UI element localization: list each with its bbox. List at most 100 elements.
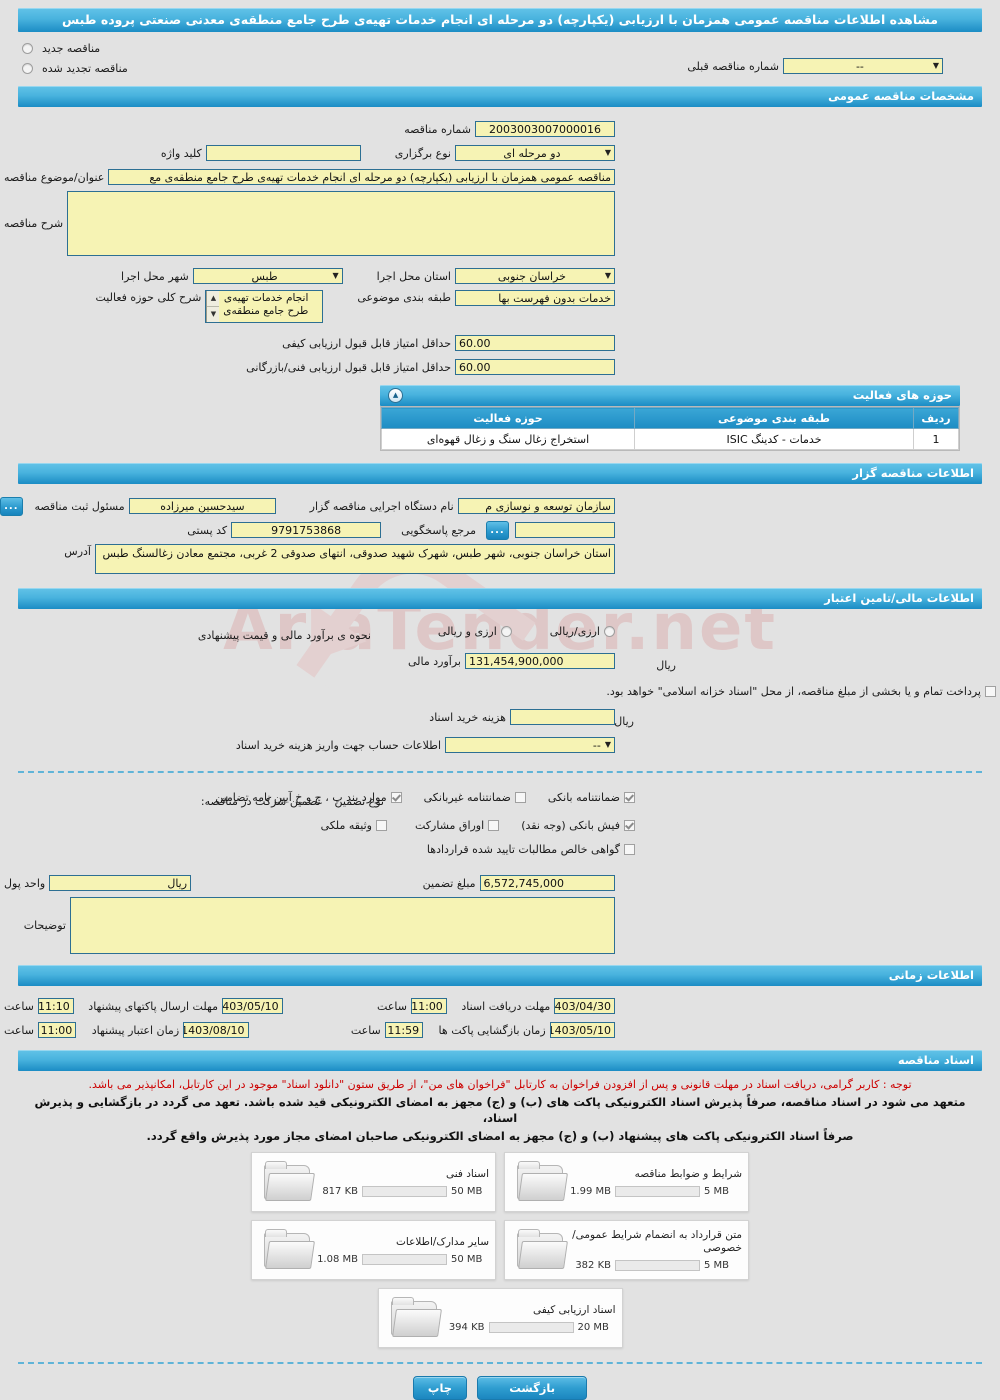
- document-used-size: 382 KB: [575, 1260, 611, 1271]
- guarantee-currency-field[interactable]: ریال: [49, 875, 192, 891]
- document-size-track: [615, 1185, 700, 1197]
- subject-field[interactable]: مناقصه عمومی همزمان با ارزیابی (یکپارچه)…: [108, 169, 615, 185]
- contact-label: مرجع پاسخگویی: [401, 523, 476, 537]
- time-label-4: ساعت: [4, 1023, 34, 1037]
- guarantee-amount-field[interactable]: 6,572,745,000: [479, 875, 615, 891]
- folder-icon: [515, 1229, 568, 1271]
- holding-type-value: دو مرحله ای: [503, 146, 561, 160]
- agency-field[interactable]: سازمان توسعه و نوسازی م: [457, 498, 615, 514]
- section-general-header: مشخصات مناقصه عمومی: [18, 86, 982, 107]
- checkbox-participation-bonds[interactable]: [488, 819, 500, 831]
- document-size-track: [615, 1260, 700, 1271]
- back-button[interactable]: بازگشت: [477, 1376, 588, 1400]
- spinner-arrows-icon[interactable]: ▲ ▼: [206, 291, 220, 322]
- receipt-deadline-time[interactable]: 11:00: [410, 998, 447, 1014]
- treasury-note-label: پرداخت تمام و یا بخشی از مبلغ مناقصه، از…: [606, 684, 981, 698]
- receipt-deadline-date[interactable]: 1403/04/30: [554, 998, 615, 1014]
- province-select[interactable]: ▼ خراسان جنوبی: [455, 268, 615, 284]
- cell-classification: خدمات - کدینگ ISIC: [634, 428, 914, 450]
- option-new-tender[interactable]: مناقصه جدید: [22, 38, 982, 58]
- row-province: ▼ خراسان جنوبی استان محل اجرا ▼ طبس شهر …: [0, 266, 1000, 286]
- checkbox-net-claims-certificate[interactable]: [624, 843, 635, 855]
- chevron-down-icon: ▼: [932, 61, 939, 70]
- registrar-field[interactable]: سیدحسین میرزاده: [128, 498, 277, 514]
- row-timing-2: 1403/05/10 زمان بازگشایی پاکت ها 11:59 س…: [0, 1020, 1000, 1040]
- table-header-row: ردیف طبقه بندی موضوعی حوزه فعالیت: [381, 407, 959, 429]
- previous-tender-number-select[interactable]: ▼ --: [783, 58, 943, 74]
- time-label: ساعت: [377, 999, 407, 1013]
- registrar-label: مسئول ثبت مناقصه: [34, 499, 125, 513]
- activity-description-field[interactable]: ▲ ▼ انجام خدمات تهیه‌ی طرح جامع منطقه‌ی …: [205, 290, 324, 323]
- opening-date[interactable]: 1403/05/10: [549, 1022, 615, 1038]
- document-used-size: 1.99 MB: [570, 1185, 611, 1197]
- contact-field[interactable]: [515, 522, 615, 538]
- document-card[interactable]: اسناد فنی 817 KB 50 MB: [251, 1152, 496, 1212]
- checkbox-bank-guarantee[interactable]: [624, 791, 635, 803]
- document-used-size: 817 KB: [322, 1185, 358, 1197]
- col-row-number: ردیف: [913, 407, 959, 429]
- label-participation-bonds: اوراق مشارکت: [415, 818, 485, 832]
- arrow-up-icon[interactable]: ▲: [207, 291, 220, 307]
- radio-renewed-tender-icon[interactable]: [22, 62, 33, 74]
- min-technical-score-field[interactable]: 60.00: [455, 359, 615, 375]
- registrar-picker-button[interactable]: ...: [0, 496, 23, 516]
- document-card[interactable]: سایر مدارک/اطلاعات 1.08 MB 50 MB: [251, 1220, 496, 1280]
- document-card[interactable]: شرایط و ضوابط مناقصه 1.99 MB 5 MB: [504, 1152, 749, 1212]
- row-description: شرح مناقصه: [0, 191, 1000, 256]
- document-max-size: 50 MB: [451, 1185, 483, 1197]
- print-button[interactable]: چاپ: [412, 1376, 468, 1400]
- table-row[interactable]: 1 خدمات - کدینگ ISIC استخراج زغال سنگ و …: [381, 428, 959, 450]
- checkbox-bank-receipt[interactable]: [624, 819, 635, 831]
- city-label: شهر محل اجرا: [121, 269, 189, 283]
- document-max-size: 5 MB: [704, 1185, 730, 1197]
- classification-field[interactable]: خدمات بدون فهرست بها: [455, 290, 615, 306]
- document-size-meter: 394 KB 20 MB: [439, 1321, 616, 1333]
- financial-estimate-currency: ریال: [656, 658, 676, 672]
- financial-estimate-field[interactable]: 131,454,900,000: [465, 653, 615, 669]
- row-subject: مناقصه عمومی همزمان با ارزیابی (یکپارچه)…: [0, 167, 1000, 187]
- row-treasury-note: پرداخت تمام و یا بخشی از مبلغ مناقصه، از…: [0, 681, 1000, 701]
- doc-cost-field[interactable]: [510, 709, 615, 725]
- arrow-down-icon[interactable]: ▼: [207, 307, 219, 322]
- postal-code-field[interactable]: 9791753868: [231, 522, 382, 538]
- account-info-select[interactable]: ▼ --: [445, 737, 615, 753]
- description-textarea[interactable]: [67, 191, 615, 256]
- col-classification: طبقه بندی موضوعی: [634, 407, 914, 429]
- keyword-field[interactable]: [205, 145, 361, 161]
- submission-deadline-time[interactable]: 11:10: [37, 998, 74, 1014]
- document-card[interactable]: اسناد ارزیابی کیفی 394 KB 20 MB: [377, 1288, 623, 1348]
- treasury-note-checkbox[interactable]: [985, 685, 996, 697]
- checkbox-nonbank-guarantee[interactable]: [514, 791, 526, 803]
- city-select[interactable]: ▼ طبس: [192, 268, 343, 284]
- validity-time[interactable]: 11:00: [37, 1022, 77, 1038]
- documents-notice-bold-2: صرفاً اسناد الکترونیکی پاکت های پیشنهاد …: [146, 1129, 854, 1143]
- address-label: آدرس: [64, 545, 91, 558]
- address-field[interactable]: استان خراسان جنوبی، شهر طبس، شهرک شهید ص…: [95, 544, 615, 574]
- row-guarantee-amount: 6,572,745,000 مبلغ تضمین ریال واحد پول: [0, 873, 1000, 893]
- tender-number-field[interactable]: 2003003007000016: [475, 121, 615, 137]
- radio-new-tender-icon[interactable]: [22, 42, 33, 54]
- section-activity-areas-title: حوزه های فعالیت: [852, 388, 952, 402]
- row-min-technical-score: 60.00 حداقل امتیاز قابل قبول ارزیابی فنی…: [0, 357, 1000, 377]
- checkbox-regulation-clauses[interactable]: [390, 791, 402, 803]
- holding-type-select[interactable]: ▼ دو مرحله ای: [455, 145, 615, 161]
- document-card[interactable]: متن قرارداد به انضمام شرایط عمومی/خصوصی …: [504, 1220, 749, 1280]
- checkbox-property-collateral[interactable]: [376, 819, 387, 831]
- contact-picker-button[interactable]: ...: [486, 520, 509, 540]
- document-size-meter: 817 KB 50 MB: [312, 1185, 489, 1197]
- description-label: شرح مناقصه: [4, 217, 64, 230]
- min-quality-score-field[interactable]: 60.00: [455, 335, 615, 351]
- tender-number-label: شماره مناقصه: [404, 122, 471, 136]
- option-renewed-tender-label: مناقصه تجدید شده: [42, 61, 128, 75]
- row-contact: ... مرجع پاسخگویی 9791753868 کد پستی: [0, 520, 1000, 540]
- opening-time[interactable]: 11:59: [384, 1022, 424, 1038]
- row-guarantee-notes: توضیحات: [0, 897, 1000, 954]
- guarantee-notes-textarea[interactable]: [70, 897, 615, 954]
- row-min-quality-score: 60.00 حداقل امتیاز قابل قبول ارزیابی کیف…: [0, 333, 1000, 353]
- table-body: 1 خدمات - کدینگ ISIC استخراج زغال سنگ و …: [381, 428, 959, 450]
- col-activity-area: حوزه فعالیت: [381, 407, 635, 429]
- submission-deadline-date[interactable]: 1403/05/10: [221, 998, 283, 1014]
- collapse-toggle-icon[interactable]: ▲: [388, 388, 403, 403]
- guarantee-amount-label: مبلغ تضمین: [422, 876, 476, 890]
- validity-date[interactable]: 1403/08/10: [183, 1022, 249, 1038]
